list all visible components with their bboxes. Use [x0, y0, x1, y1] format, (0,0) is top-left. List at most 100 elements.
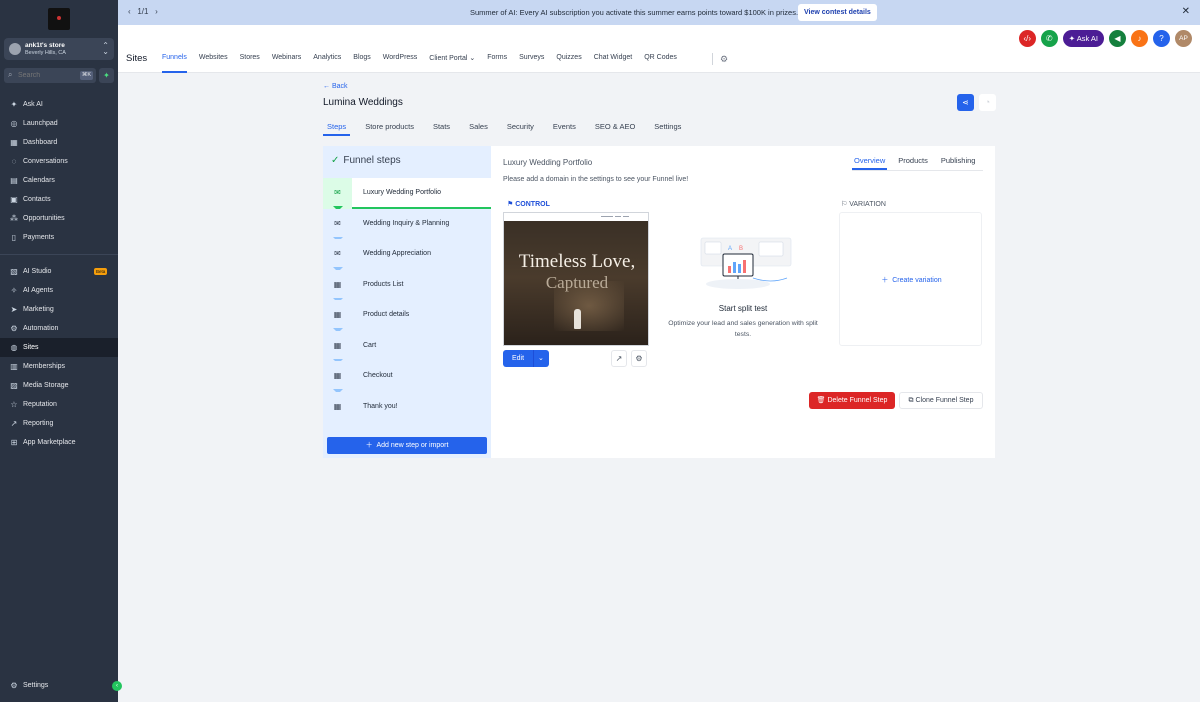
- tab-store-products[interactable]: Store products: [361, 122, 418, 136]
- sidebar-item-opportunities[interactable]: ⁂ Opportunities: [0, 209, 118, 228]
- sidebar-item-marketing[interactable]: ➤ Marketing: [0, 300, 118, 319]
- svg-text:A: A: [728, 246, 732, 252]
- tab-settings[interactable]: Settings: [650, 122, 685, 136]
- tab-steps[interactable]: Steps: [323, 122, 351, 136]
- funnel-step[interactable]: ✉ Wedding Inquiry & Planning: [323, 208, 491, 242]
- sidebar-item-reputation[interactable]: ☆ Reputation: [0, 395, 118, 414]
- mail-icon: ✉: [323, 239, 352, 270]
- share-button[interactable]: ⋖: [957, 94, 974, 111]
- mail-icon: ✉: [323, 178, 352, 209]
- couple-figure: [574, 309, 581, 329]
- search-icon: ⌕: [8, 70, 13, 79]
- sidebar-item-sites[interactable]: ◍ Sites: [0, 338, 118, 357]
- grid-icon: ▦: [10, 138, 18, 147]
- edit-button[interactable]: Edit ⌄: [503, 350, 549, 367]
- tab-security[interactable]: Security: [503, 122, 538, 136]
- tab-seo-aeo[interactable]: SEO & AEO: [591, 122, 639, 136]
- create-variation-button[interactable]: ＋ Create variation: [840, 275, 983, 285]
- sidebar-item-conversations[interactable]: ◌ Conversations: [0, 152, 118, 171]
- sidebar-item-dashboard[interactable]: ▦ Dashboard: [0, 133, 118, 152]
- tab-publishing[interactable]: Publishing: [939, 156, 978, 170]
- store-icon: ▦: [323, 300, 352, 331]
- funnel-step[interactable]: ▦ Checkout: [323, 361, 491, 394]
- sidebar-item-memberships[interactable]: ▥ Memberships: [0, 357, 118, 376]
- add-step-button[interactable]: ＋ Add new step or import: [327, 437, 487, 454]
- tab-websites[interactable]: Websites: [199, 54, 228, 73]
- sidebar-item-ask-ai[interactable]: ✦ Ask AI: [0, 95, 118, 114]
- sidebar-search[interactable]: ⌕ ⌘K: [4, 68, 96, 83]
- delete-step-button[interactable]: 🗑 Delete Funnel Step: [809, 392, 895, 409]
- code-icon[interactable]: ‹/›: [1018, 30, 1036, 47]
- copy-icon: ⧉: [908, 397, 914, 404]
- close-icon[interactable]: ✕: [1182, 6, 1190, 17]
- company-logo[interactable]: [48, 8, 70, 30]
- page-preview[interactable]: Timeless Love, Captured: [503, 212, 649, 346]
- funnel-step[interactable]: ▦ Product details: [323, 300, 491, 333]
- chevron-down-icon[interactable]: ⌄: [538, 350, 544, 367]
- avatar[interactable]: AP: [1175, 30, 1192, 47]
- external-link-icon[interactable]: ↗: [611, 350, 627, 367]
- sidebar-item-app-marketplace[interactable]: ⊞ App Marketplace: [0, 433, 118, 452]
- tab-wordpress[interactable]: WordPress: [383, 54, 418, 73]
- phone-icon[interactable]: ✆: [1040, 30, 1058, 47]
- tab-qr-codes[interactable]: QR Codes: [644, 54, 677, 73]
- gear-icon[interactable]: ⚙: [631, 350, 647, 367]
- rocket-icon: ◎: [10, 119, 18, 128]
- tab-analytics[interactable]: Analytics: [313, 54, 341, 73]
- sidebar-item-contacts[interactable]: ▣ Contacts: [0, 190, 118, 209]
- sidebar-item-ai-studio[interactable]: ▧ AI Studio Beta: [0, 262, 118, 281]
- history-button[interactable]: ◔: [979, 94, 996, 111]
- help-icon[interactable]: ?: [1153, 30, 1170, 47]
- tab-events[interactable]: Events: [549, 122, 580, 136]
- funnel-step[interactable]: ✉ Luxury Wedding Portfolio: [323, 178, 491, 211]
- tab-sales[interactable]: Sales: [465, 122, 492, 136]
- tab-products[interactable]: Products: [896, 156, 930, 170]
- tab-forms[interactable]: Forms: [487, 54, 507, 73]
- tab-blogs[interactable]: Blogs: [353, 54, 371, 73]
- funnel-step[interactable]: ✉ Wedding Appreciation: [323, 239, 491, 272]
- svg-text:B: B: [739, 246, 743, 252]
- funnel-title: Lumina Weddings: [323, 97, 403, 108]
- tab-funnels[interactable]: Funnels: [162, 54, 187, 73]
- account-switcher[interactable]: ank1t's store Beverly Hills, CA ⌃ ⌄: [4, 38, 114, 60]
- ask-ai-button[interactable]: ✦ Ask AI: [1062, 30, 1104, 47]
- search-input[interactable]: [18, 70, 68, 81]
- tab-chat-widget[interactable]: Chat Widget: [594, 54, 633, 73]
- funnel-step-list: ✉ Luxury Wedding Portfolio ✉ Wedding Inqui…: [323, 178, 491, 422]
- mail-icon: ✉: [323, 208, 352, 239]
- tab-client-portal[interactable]: Client Portal ⌄: [429, 54, 475, 73]
- store-icon: ▦: [323, 361, 352, 392]
- chevron-left-icon[interactable]: ‹: [128, 7, 131, 16]
- sidebar-item-calendars[interactable]: ▤ Calendars: [0, 171, 118, 190]
- sidebar-item-settings[interactable]: ⚙ Settings: [0, 676, 118, 695]
- view-contest-button[interactable]: View contest details: [798, 4, 877, 21]
- automation-icon: ⚙: [10, 324, 18, 333]
- back-link[interactable]: ← Back: [323, 83, 348, 90]
- store-icon: ▦: [323, 269, 352, 300]
- gear-icon[interactable]: ⚙: [720, 54, 728, 65]
- tab-webinars[interactable]: Webinars: [272, 54, 301, 73]
- sidebar-item-launchpad[interactable]: ◎ Launchpad: [0, 114, 118, 133]
- collapse-sidebar-button[interactable]: ‹: [112, 681, 122, 691]
- tab-surveys[interactable]: Surveys: [519, 54, 544, 73]
- tab-stores[interactable]: Stores: [240, 54, 260, 73]
- sidebar-item-ai-agents[interactable]: ✧ AI Agents: [0, 281, 118, 300]
- tab-quizzes[interactable]: Quizzes: [556, 54, 581, 73]
- sidebar-item-payments[interactable]: ▯ Payments: [0, 228, 118, 247]
- funnel-step[interactable]: ▦ Cart: [323, 330, 491, 364]
- megaphone-icon[interactable]: ◀: [1109, 30, 1126, 47]
- tab-overview[interactable]: Overview: [852, 156, 888, 170]
- clone-step-button[interactable]: ⧉ Clone Funnel Step: [899, 392, 983, 409]
- sidebar-item-automation[interactable]: ⚙ Automation: [0, 319, 118, 338]
- funnel-step[interactable]: ▦ Thank you!: [323, 391, 491, 422]
- sidebar-item-reporting[interactable]: ↗ Reporting: [0, 414, 118, 433]
- tab-stats[interactable]: Stats: [429, 122, 454, 136]
- sidebar-item-media-storage[interactable]: ▨ Media Storage: [0, 376, 118, 395]
- funnel-steps-panel: ✓ Funnel steps ✉ Luxury Wedding Portfolio …: [323, 146, 491, 458]
- quick-action-button[interactable]: ✦: [99, 68, 114, 83]
- store-icon: ▦: [323, 391, 352, 422]
- funnel-step[interactable]: ▦ Products List: [323, 269, 491, 303]
- chevron-right-icon[interactable]: ›: [155, 7, 158, 16]
- bell-icon[interactable]: ♪: [1131, 30, 1148, 47]
- flag-icon: ⚑: [507, 201, 514, 208]
